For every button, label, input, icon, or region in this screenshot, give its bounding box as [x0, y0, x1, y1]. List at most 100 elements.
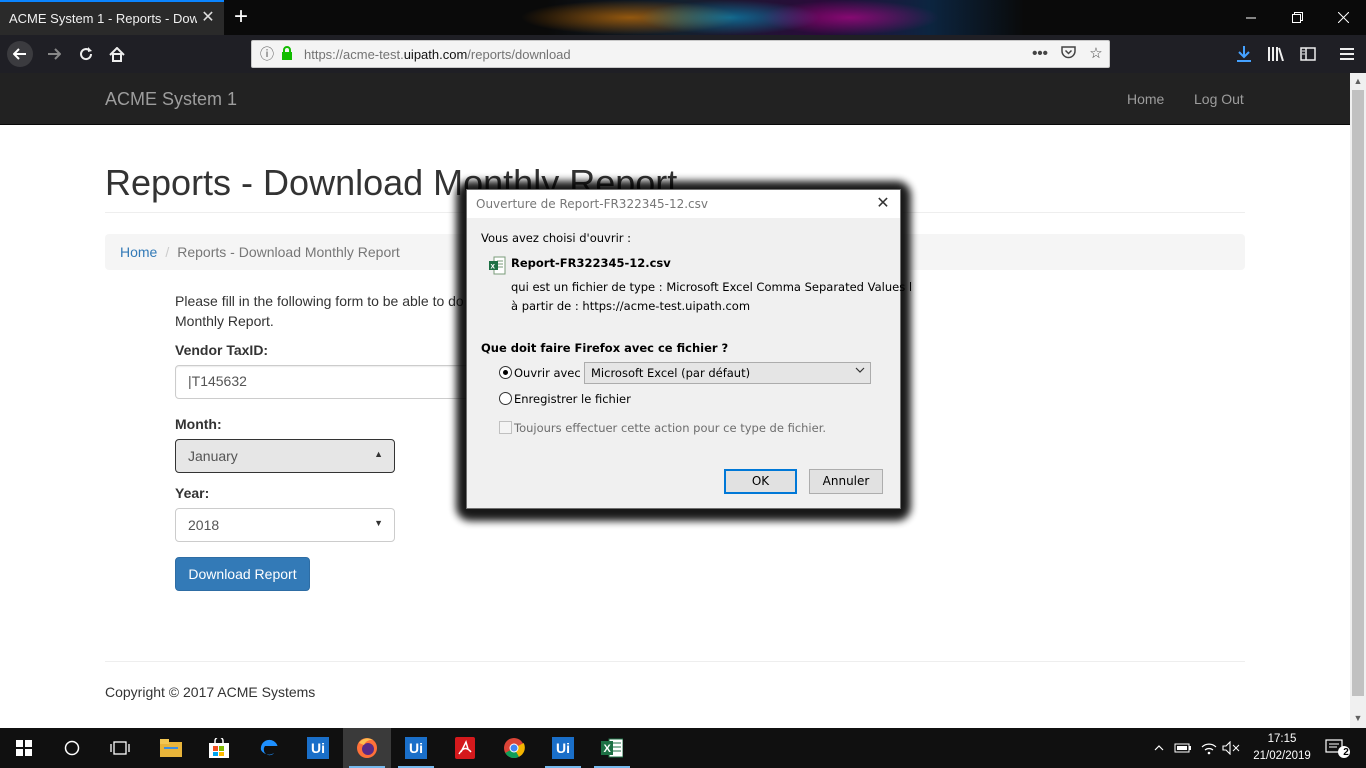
intro-line-2: Monthly Report.	[175, 313, 274, 329]
file-explorer-icon[interactable]	[147, 728, 195, 768]
month-select[interactable]: January ▲	[175, 439, 395, 473]
taskbar-clock[interactable]: 17:15 21/02/2019	[1252, 731, 1312, 765]
always-action-checkbox[interactable]	[499, 421, 512, 434]
uipath-label: Ui	[552, 737, 574, 759]
nav-home-link[interactable]: Home	[1127, 91, 1164, 107]
home-icon[interactable]	[104, 42, 130, 66]
caret-up-icon: ▲	[374, 449, 383, 459]
edge-browser-icon[interactable]	[245, 728, 293, 768]
battery-icon[interactable]	[1172, 728, 1194, 768]
chrome-icon[interactable]	[490, 728, 538, 768]
file-source-line: à partir de : https://acme-test.uipath.c…	[511, 299, 751, 313]
browser-title-bar: ACME System 1 - Reports - Download Month…	[0, 0, 1366, 35]
open-with-app-select[interactable]: Microsoft Excel (par défaut)	[584, 362, 871, 384]
dialog-question: Que doit faire Firefox avec ce fichier ?	[481, 341, 729, 355]
uipath-studio-icon[interactable]: Ui	[392, 728, 440, 768]
download-report-button[interactable]: Download Report	[175, 557, 310, 591]
uipath-label: Ui	[405, 737, 427, 759]
page-scrollbar[interactable]: ▲ ▼	[1350, 73, 1366, 728]
month-label: Month:	[175, 416, 222, 432]
scroll-thumb[interactable]	[1352, 90, 1364, 696]
year-label: Year:	[175, 485, 210, 501]
clock-time: 17:15	[1267, 733, 1297, 745]
save-file-radio[interactable]	[499, 392, 512, 405]
uipath-label: Ui	[307, 737, 329, 759]
footer-divider	[105, 661, 1245, 662]
url-path: /reports/download	[467, 47, 571, 62]
uipath-icon[interactable]: Ui	[294, 728, 342, 768]
breadcrumb-current: Reports - Download Monthly Report	[177, 244, 400, 260]
breadcrumb-home-link[interactable]: Home	[120, 244, 157, 260]
tab-close-icon[interactable]: ✕	[200, 10, 216, 26]
bookmark-star-icon[interactable]: ☆	[1086, 45, 1106, 63]
notification-count: 2	[1343, 747, 1349, 758]
clock-date: 21/02/2019	[1253, 750, 1311, 762]
taxid-label: Vendor TaxID:	[175, 342, 269, 358]
task-view-icon[interactable]	[96, 728, 144, 768]
url-bar[interactable]: ⓘ https://acme-test.uipath.com/reports/d…	[251, 40, 1110, 68]
open-with-label[interactable]: Ouvrir avec	[514, 366, 581, 380]
url-prefix: https://acme-test.	[304, 47, 404, 62]
url-text[interactable]: https://acme-test.uipath.com/reports/dow…	[304, 47, 571, 62]
menu-icon[interactable]	[1334, 42, 1360, 66]
site-brand[interactable]: ACME System 1	[105, 89, 237, 110]
excel-icon[interactable]: X	[588, 728, 636, 768]
chevron-down-icon	[855, 366, 865, 377]
form-intro-text: Please fill in the following form to be …	[175, 291, 465, 331]
notification-center-icon[interactable]: 2	[1318, 728, 1358, 768]
nav-logout-link[interactable]: Log Out	[1194, 91, 1244, 107]
taxid-input[interactable]: |T145632	[175, 365, 475, 399]
url-domain: uipath.com	[403, 47, 468, 62]
dialog-title: Ouverture de Report-FR322345-12.csv	[476, 197, 708, 211]
library-icon[interactable]	[1263, 42, 1289, 66]
caret-down-icon: ▼	[374, 518, 383, 528]
dialog-filename: Report-FR322345-12.csv	[511, 256, 671, 270]
dialog-titlebar[interactable]: Ouverture de Report-FR322345-12.csv ✕	[467, 190, 900, 218]
back-icon[interactable]	[7, 41, 33, 67]
firefox-icon[interactable]	[343, 728, 391, 768]
browser-tab[interactable]: ACME System 1 - Reports - Download Month…	[0, 0, 224, 35]
svg-text:X: X	[604, 743, 612, 755]
forward-icon[interactable]	[41, 42, 67, 66]
tray-chevron-up-icon[interactable]	[1150, 728, 1168, 768]
excel-file-icon: x	[489, 256, 506, 275]
lock-icon[interactable]	[281, 46, 295, 62]
pocket-icon[interactable]	[1058, 45, 1078, 63]
year-select[interactable]: 2018 ▼	[175, 508, 395, 542]
volume-muted-icon[interactable]	[1220, 728, 1242, 768]
open-with-radio[interactable]	[499, 366, 512, 379]
year-value: 2018	[188, 517, 220, 533]
windows-start-icon[interactable]	[0, 728, 48, 768]
scroll-down-arrow-icon[interactable]: ▼	[1350, 710, 1366, 726]
dialog-close-icon[interactable]: ✕	[874, 194, 892, 212]
save-file-label[interactable]: Enregistrer le fichier	[514, 392, 631, 406]
month-value: January	[188, 448, 238, 464]
site-info-icon[interactable]: ⓘ	[260, 46, 276, 62]
close-window-icon[interactable]	[1320, 0, 1366, 35]
uipath-robot-icon[interactable]: Ui	[539, 728, 587, 768]
minimize-icon[interactable]	[1228, 0, 1274, 35]
wallpaper-glow	[760, 0, 940, 35]
sidebar-icon[interactable]	[1295, 42, 1321, 66]
tab-title: ACME System 1 - Reports - Download Month…	[9, 11, 197, 26]
open-with-app-value: Microsoft Excel (par défaut)	[591, 366, 751, 380]
page-actions-icon[interactable]: •••	[1030, 45, 1050, 63]
cancel-button[interactable]: Annuler	[809, 469, 883, 494]
download-icon[interactable]	[1231, 42, 1257, 66]
restore-icon[interactable]	[1274, 0, 1320, 35]
reload-icon[interactable]	[73, 42, 99, 66]
chosen-label: Vous avez choisi d'ouvrir :	[481, 231, 632, 245]
file-type-line: qui est un fichier de type : Microsoft E…	[511, 280, 913, 294]
search-circle-icon[interactable]	[48, 728, 96, 768]
always-action-label: Toujours effectuer cette action pour ce …	[514, 421, 827, 435]
copyright-text: Copyright © 2017 ACME Systems	[105, 684, 316, 700]
svg-text:x: x	[491, 262, 496, 271]
ok-button[interactable]: OK	[724, 469, 797, 494]
intro-line-1: Please fill in the following form to be …	[175, 293, 464, 309]
scroll-up-arrow-icon[interactable]: ▲	[1350, 73, 1366, 89]
acrobat-icon[interactable]	[441, 728, 489, 768]
wifi-icon[interactable]	[1198, 728, 1220, 768]
new-tab-icon[interactable]: +	[230, 4, 252, 30]
site-navbar: ACME System 1 Home Log Out	[0, 73, 1350, 125]
store-icon[interactable]	[195, 728, 243, 768]
